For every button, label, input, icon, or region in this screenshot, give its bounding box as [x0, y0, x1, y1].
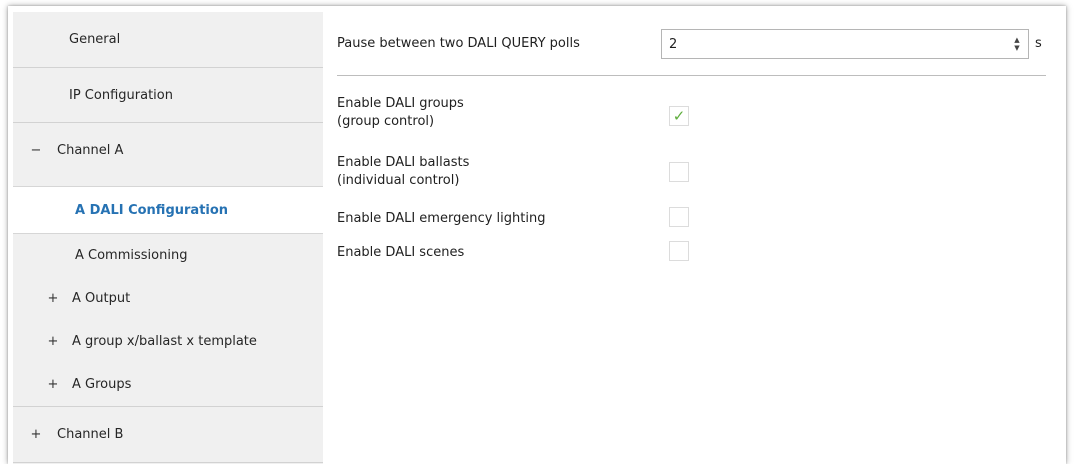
expand-icon[interactable]: +	[46, 377, 60, 392]
option-label-scenes: Enable DALI scenes	[337, 245, 465, 260]
sidebar-item-ip-configuration[interactable]: IP Configuration	[13, 68, 323, 123]
spin-down-icon[interactable]: ▼	[1014, 44, 1019, 52]
sidebar-item-label: Channel B	[57, 427, 124, 442]
option-label-line: (individual control)	[337, 173, 460, 188]
sidebar-item-label: General	[69, 32, 121, 47]
sidebar-item-a-commissioning[interactable]: A Commissioning	[13, 234, 323, 277]
enable-ballasts-checkbox[interactable]	[669, 162, 689, 182]
sidebar-nav: General IP Configuration − Channel A A D…	[13, 12, 323, 464]
option-label-line: Enable DALI groups	[337, 96, 464, 111]
option-label-ballasts: Enable DALI ballasts (individual control…	[337, 154, 469, 190]
collapse-icon[interactable]: −	[29, 143, 43, 158]
sidebar-item-channel-b[interactable]: + Channel B	[13, 407, 323, 463]
sidebar-item-a-output[interactable]: + A Output	[13, 277, 323, 320]
checkmark-icon: ✓	[672, 106, 686, 125]
expand-icon[interactable]: +	[29, 427, 43, 442]
pause-unit: s	[1035, 36, 1042, 51]
sidebar-item-label: A Output	[72, 291, 131, 306]
pause-spinbox[interactable]: 2 ▲ ▼	[661, 29, 1029, 59]
divider	[337, 75, 1046, 76]
sidebar-item-a-dali-configuration[interactable]: A DALI Configuration	[13, 186, 323, 234]
sidebar-item-label: Channel A	[57, 143, 124, 158]
expand-icon[interactable]: +	[46, 291, 60, 306]
spin-buttons: ▲ ▼	[1009, 30, 1025, 58]
option-label-groups: Enable DALI groups (group control)	[337, 95, 464, 131]
sidebar-item-label: A Commissioning	[75, 248, 188, 263]
sidebar-item-label: A group x/ballast x template	[72, 334, 257, 349]
sidebar-item-a-groups[interactable]: + A Groups	[13, 363, 323, 407]
sidebar-item-general[interactable]: General	[13, 12, 323, 68]
spin-up-icon[interactable]: ▲	[1014, 36, 1019, 44]
sidebar-item-label: A Groups	[72, 377, 132, 392]
pause-value[interactable]: 2	[662, 37, 1009, 52]
enable-emergency-checkbox[interactable]	[669, 207, 689, 227]
sidebar-item-label: A DALI Configuration	[75, 202, 229, 218]
sidebar-item-a-group-ballast-template[interactable]: + A group x/ballast x template	[13, 320, 323, 363]
option-label-line: Enable DALI ballasts	[337, 155, 470, 170]
option-label-emergency: Enable DALI emergency lighting	[337, 211, 546, 226]
enable-scenes-checkbox[interactable]	[669, 241, 689, 261]
pause-label: Pause between two DALI QUERY polls	[337, 36, 580, 51]
sidebar-item-label: IP Configuration	[69, 87, 173, 103]
enable-groups-checkbox[interactable]: ✓	[669, 106, 689, 126]
option-label-line: (group control)	[337, 114, 435, 129]
expand-icon[interactable]: +	[46, 334, 60, 349]
parameter-panel: Pause between two DALI QUERY polls 2 ▲ ▼…	[323, 12, 1066, 464]
sidebar-item-channel-a[interactable]: − Channel A	[13, 123, 323, 178]
